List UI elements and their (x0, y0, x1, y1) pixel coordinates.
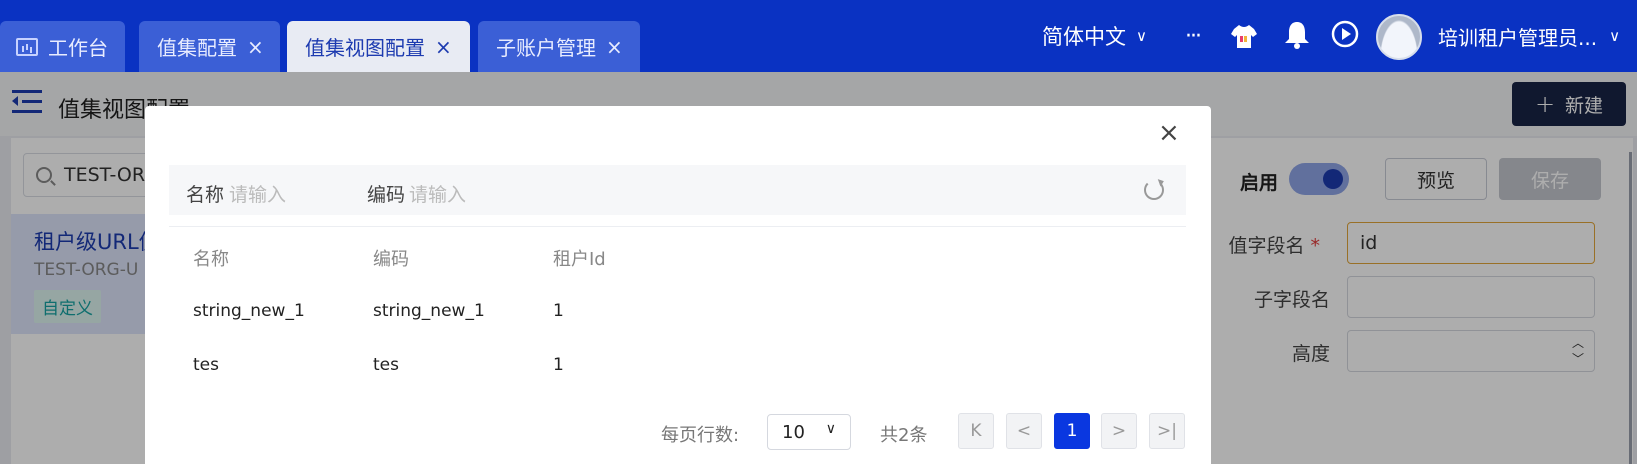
close-icon[interactable]: × (606, 35, 623, 59)
column-header-name: 名称 (193, 249, 229, 270)
play-icon[interactable] (1331, 20, 1359, 48)
name-filter-label: 名称 (186, 184, 225, 206)
next-page-button[interactable]: > (1101, 413, 1137, 449)
tab-sub-account-management[interactable]: 子账户管理 × (478, 21, 640, 72)
dashboard-icon (16, 37, 38, 56)
rows-per-page-label: 每页行数: (661, 425, 740, 446)
close-icon[interactable]: × (435, 35, 452, 59)
avatar[interactable] (1376, 14, 1422, 60)
code-filter-input[interactable]: 请输入 (409, 180, 466, 207)
more-icon[interactable]: ··· (1185, 0, 1202, 72)
table-cell: tes (373, 355, 399, 375)
chevron-down-icon: ∨ (1609, 27, 1621, 45)
column-header-code: 编码 (373, 249, 409, 270)
tab-label: 值集视图配置 (305, 36, 425, 60)
name-filter-input[interactable]: 请输入 (229, 180, 286, 207)
code-filter-label: 编码 (367, 184, 406, 206)
total-count: 共2条 (880, 425, 928, 446)
refresh-icon[interactable] (1144, 180, 1164, 200)
filter-bar (169, 165, 1186, 215)
table-cell: 1 (553, 355, 564, 375)
chevron-down-icon: ∨ (825, 421, 836, 437)
column-header-tenant-id: 租户Id (553, 249, 606, 270)
close-icon[interactable]: × (247, 35, 264, 59)
tab-workbench[interactable]: 工作台 (0, 21, 125, 72)
user-menu[interactable]: 培训租户管理员... ∨ (1438, 0, 1620, 72)
rows-per-page-select[interactable]: 10 ∨ (767, 414, 851, 450)
user-name: 培训租户管理员... (1438, 25, 1598, 50)
prev-page-button[interactable]: < (1006, 413, 1042, 449)
tab-label: 值集配置 (157, 36, 237, 60)
page-1-button[interactable]: 1 (1054, 413, 1090, 449)
tab-label: 工作台 (48, 36, 108, 60)
table-cell: string_new_1 (193, 301, 305, 321)
language-switcher[interactable]: 简体中文 ∨ (1042, 0, 1147, 72)
table-cell: string_new_1 (373, 301, 485, 321)
skin-icon[interactable] (1230, 22, 1258, 50)
last-page-button[interactable]: >| (1149, 413, 1185, 449)
tab-value-set-config[interactable]: 值集配置 × (139, 21, 280, 72)
bell-icon[interactable] (1283, 20, 1311, 50)
table-cell: tes (193, 355, 219, 375)
divider (169, 226, 1186, 227)
tab-value-set-view-config[interactable]: 值集视图配置 × (287, 21, 470, 72)
language-label: 简体中文 (1042, 25, 1126, 49)
select-modal (145, 106, 1211, 464)
close-icon[interactable]: × (1158, 118, 1180, 148)
table-cell: 1 (553, 301, 564, 321)
first-page-button[interactable]: K (958, 413, 994, 449)
chevron-down-icon: ∨ (1136, 27, 1147, 45)
tab-label: 子账户管理 (496, 36, 596, 60)
